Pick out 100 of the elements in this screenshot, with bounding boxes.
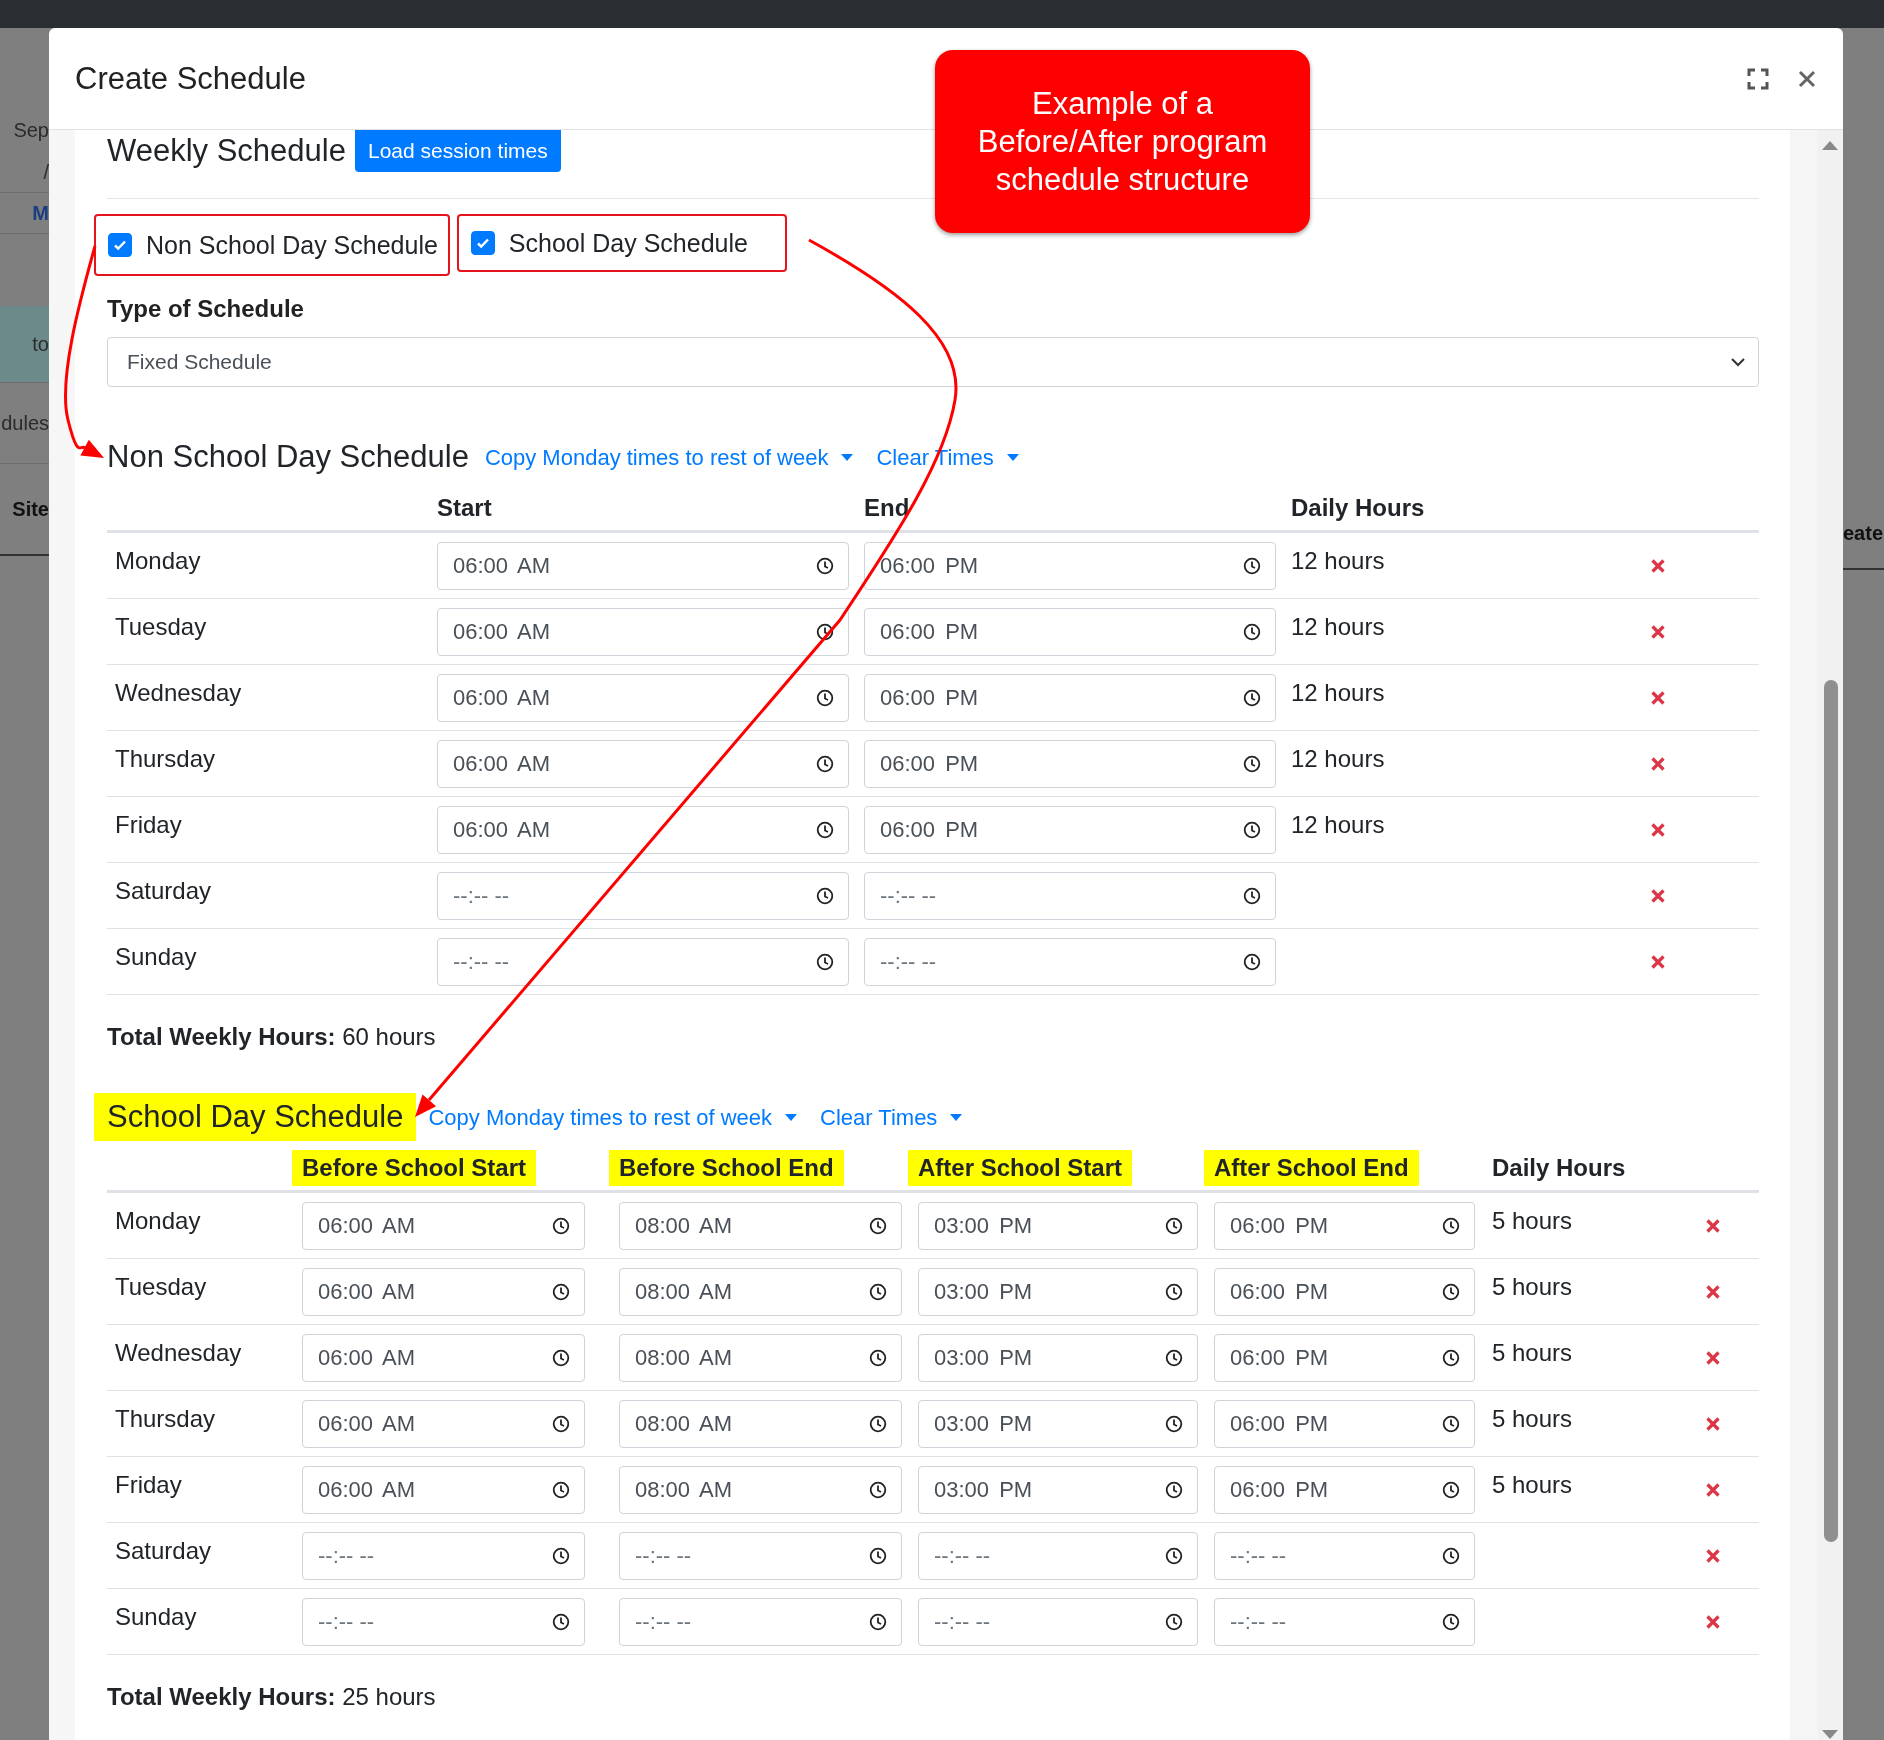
clock-icon[interactable]: [1243, 952, 1261, 971]
clock-icon[interactable]: [816, 556, 834, 575]
clock-icon[interactable]: [816, 952, 834, 971]
time-field[interactable]: 08:00 AM: [619, 1465, 902, 1514]
time-field[interactable]: 08:00 AM: [619, 1399, 902, 1448]
time-field[interactable]: 03:00 PM: [918, 1399, 1198, 1448]
clock-icon[interactable]: [1165, 1480, 1183, 1499]
time-field[interactable]: 03:00 PM: [918, 1201, 1198, 1250]
remove-button[interactable]: [1650, 821, 1666, 838]
time-field[interactable]: 06:00 AM: [302, 1465, 585, 1514]
clock-icon[interactable]: [1442, 1612, 1460, 1631]
time-field[interactable]: 06:00 PM: [1214, 1399, 1475, 1448]
time-field[interactable]: 06:00 PM: [864, 673, 1276, 722]
clock-icon[interactable]: [552, 1612, 570, 1631]
remove-button[interactable]: [1705, 1217, 1721, 1234]
remove-button[interactable]: [1705, 1283, 1721, 1300]
clock-icon[interactable]: [1442, 1480, 1460, 1499]
clock-icon[interactable]: [816, 886, 834, 905]
remove-button[interactable]: [1650, 887, 1666, 904]
time-field[interactable]: --:-- --: [918, 1597, 1198, 1646]
time-field[interactable]: 08:00 AM: [619, 1201, 902, 1250]
checkbox[interactable]: [470, 231, 495, 255]
scrollbar[interactable]: [1818, 130, 1843, 1740]
clock-icon[interactable]: [552, 1282, 570, 1301]
clock-icon[interactable]: [552, 1348, 570, 1367]
dropdown-link[interactable]: Clear Times: [820, 1105, 964, 1131]
remove-button[interactable]: [1705, 1481, 1721, 1498]
time-field[interactable]: 03:00 PM: [918, 1465, 1198, 1514]
clock-icon[interactable]: [1243, 754, 1261, 773]
clock-icon[interactable]: [552, 1414, 570, 1433]
clock-icon[interactable]: [816, 754, 834, 773]
time-field[interactable]: --:-- --: [1214, 1531, 1475, 1580]
time-field[interactable]: 06:00 AM: [302, 1399, 585, 1448]
remove-button[interactable]: [1650, 557, 1666, 574]
dropdown-link[interactable]: Copy Monday times to rest of week: [484, 445, 855, 471]
checkbox[interactable]: [108, 233, 132, 257]
clock-icon[interactable]: [1165, 1546, 1183, 1565]
clock-icon[interactable]: [1442, 1282, 1460, 1301]
clock-icon[interactable]: [552, 1216, 570, 1235]
remove-button[interactable]: [1705, 1613, 1721, 1630]
clock-icon[interactable]: [1442, 1414, 1460, 1433]
clock-icon[interactable]: [816, 622, 834, 641]
time-field[interactable]: --:-- --: [864, 937, 1276, 986]
time-field[interactable]: --:-- --: [302, 1597, 585, 1646]
clock-icon[interactable]: [1442, 1348, 1460, 1367]
remove-button[interactable]: [1705, 1349, 1721, 1366]
time-field[interactable]: 06:00 PM: [1214, 1267, 1475, 1316]
clock-icon[interactable]: [869, 1480, 887, 1499]
close-icon[interactable]: [1797, 68, 1817, 89]
time-field[interactable]: 06:00 AM: [437, 805, 849, 854]
clock-icon[interactable]: [816, 688, 834, 707]
remove-button[interactable]: [1650, 623, 1666, 640]
time-field[interactable]: 06:00 AM: [302, 1267, 585, 1316]
clock-icon[interactable]: [1243, 886, 1261, 905]
time-field[interactable]: --:-- --: [918, 1531, 1198, 1580]
time-field[interactable]: 06:00 AM: [437, 607, 849, 656]
time-field[interactable]: --:-- --: [864, 871, 1276, 920]
time-field[interactable]: 06:00 PM: [864, 805, 1276, 854]
schedule-option[interactable]: Non School Day Schedule: [94, 214, 450, 276]
clock-icon[interactable]: [552, 1480, 570, 1499]
clock-icon[interactable]: [1165, 1216, 1183, 1235]
time-field[interactable]: 06:00 PM: [864, 739, 1276, 788]
clock-icon[interactable]: [869, 1282, 887, 1301]
time-field[interactable]: 06:00 PM: [1214, 1333, 1475, 1382]
time-field[interactable]: 06:00 PM: [1214, 1465, 1475, 1514]
scroll-up-icon[interactable]: [1822, 140, 1838, 150]
time-field[interactable]: --:-- --: [437, 871, 849, 920]
fullscreen-icon[interactable]: [1747, 67, 1769, 90]
time-field[interactable]: 06:00 PM: [864, 541, 1276, 590]
dropdown-link[interactable]: Copy Monday times to rest of week: [428, 1105, 798, 1131]
clock-icon[interactable]: [1243, 622, 1261, 641]
time-field[interactable]: 06:00 AM: [302, 1201, 585, 1250]
time-field[interactable]: 06:00 AM: [437, 673, 849, 722]
remove-button[interactable]: [1705, 1415, 1721, 1432]
time-field[interactable]: 06:00 PM: [1214, 1201, 1475, 1250]
time-field[interactable]: 08:00 AM: [619, 1333, 902, 1382]
clock-icon[interactable]: [1442, 1216, 1460, 1235]
remove-button[interactable]: [1650, 755, 1666, 772]
clock-icon[interactable]: [1165, 1348, 1183, 1367]
clock-icon[interactable]: [869, 1612, 887, 1631]
time-field[interactable]: 03:00 PM: [918, 1267, 1198, 1316]
time-field[interactable]: 06:00 AM: [302, 1333, 585, 1382]
scroll-down-icon[interactable]: [1822, 1730, 1838, 1740]
clock-icon[interactable]: [816, 820, 834, 839]
load-session-times-button[interactable]: Load session times: [354, 130, 561, 172]
time-field[interactable]: --:-- --: [437, 937, 849, 986]
remove-button[interactable]: [1650, 689, 1666, 706]
time-field[interactable]: 03:00 PM: [918, 1333, 1198, 1382]
clock-icon[interactable]: [869, 1348, 887, 1367]
clock-icon[interactable]: [869, 1414, 887, 1433]
clock-icon[interactable]: [1165, 1414, 1183, 1433]
remove-button[interactable]: [1650, 953, 1666, 970]
time-field[interactable]: --:-- --: [619, 1597, 902, 1646]
clock-icon[interactable]: [1442, 1546, 1460, 1565]
time-field[interactable]: 06:00 PM: [864, 607, 1276, 656]
clock-icon[interactable]: [1165, 1612, 1183, 1631]
time-field[interactable]: --:-- --: [1214, 1597, 1475, 1646]
time-field[interactable]: 06:00 AM: [437, 739, 849, 788]
clock-icon[interactable]: [1165, 1282, 1183, 1301]
clock-icon[interactable]: [869, 1216, 887, 1235]
